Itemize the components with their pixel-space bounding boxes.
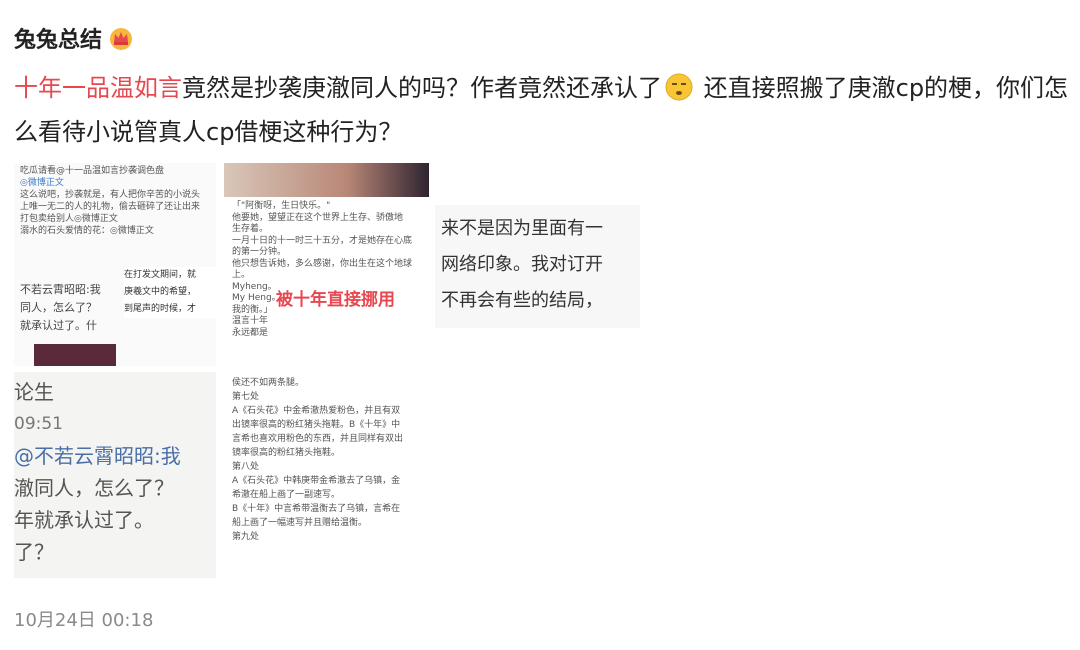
img3-line: 第八处 xyxy=(232,462,260,472)
post-author[interactable]: 兔兔总结 xyxy=(14,22,134,54)
img1-side: 在打发文期间，就 庚羲文中的希望， 到尾声的时候，才 xyxy=(124,267,216,318)
img1-line: 上唯一无二的人的礼物，偷去砸碎了还让出来 xyxy=(20,202,201,212)
img2-line: 生存着。 xyxy=(232,224,269,234)
img3-line: A《石头花》中金希澈热爱粉色，并且有双 xyxy=(232,406,401,416)
img2-overlay: 被十年直接挪用 xyxy=(276,290,395,310)
img1-thumbnail xyxy=(34,344,116,366)
post-text-part1: 竟然是抄袭庚澈同人的吗？作者竟然还承认了 xyxy=(182,74,662,102)
img3-line: 言希也喜欢用粉色的东西，并且同样有双出 xyxy=(232,434,404,444)
img3-line: 第九处 xyxy=(232,532,260,542)
img1-line: 这么说吧，抄袭就是，有人把你辛苦的小说头 xyxy=(20,190,201,200)
img5-line: 网络印象。我对订开 xyxy=(441,254,603,275)
img1-line: 溺水的石头爱情的花：◎微博正文 xyxy=(20,226,154,236)
img1-side-line: 到尾声的时候，才 xyxy=(124,304,197,314)
img2-line: 温言十年 xyxy=(232,316,269,326)
img1-chat-line: 就承认过了。什 xyxy=(20,319,97,332)
img4-line: @不若云霄昭昭:我 xyxy=(14,444,181,468)
post-image-1[interactable]: 吃瓜请看@十一品温如言抄袭调色盘 ◎微博正文 这么说吧，抄袭就是，有人把你辛苦的… xyxy=(14,163,216,366)
img1-line: 打包卖给别人◎微博正文 xyxy=(20,214,118,224)
img3-line: A《石头花》中韩庚带金希澈去了乌镇，金 xyxy=(232,476,401,486)
img3-line: 希澈在船上画了一副速写。 xyxy=(232,490,341,500)
img2-text-block: 「"阿衡呀，生日快乐。" 他要她，望望正在这个世界上生存、骄傲地 生存着。 一月… xyxy=(224,197,429,343)
post-image-3[interactable]: 侯还不如两条腿。 第七处 A《石头花》中金希澈热爱粉色，并且有双 出镜率很高的粉… xyxy=(224,372,429,578)
img1-line: ◎微博正文 xyxy=(20,178,64,188)
author-name[interactable]: 兔兔总结 xyxy=(14,22,102,54)
img1-chat-line: 同人，怎么了？ xyxy=(20,301,97,314)
img3-line: 船上画了一幅速写并且赠给温衡。 xyxy=(232,518,368,528)
img4-line: 09:51 xyxy=(14,414,63,434)
img2-line: 他只想告诉她，多么感谢，你出生在这个地球 xyxy=(232,258,413,269)
img1-chat-line: 不若云霄昭昭:我 xyxy=(20,283,101,296)
img4-line: 了？ xyxy=(14,540,54,564)
post-timestamp[interactable]: 10月24日 00:18 xyxy=(14,606,153,632)
img3-line: 出镜率很高的粉红猪头拖鞋。B《十年》中 xyxy=(232,420,401,430)
img2-line: 上。 xyxy=(232,270,251,280)
img3-line: 第七处 xyxy=(232,392,260,402)
img1-side-line: 在打发文期间，就 xyxy=(124,270,197,280)
img1-line: 吃瓜请看@十一品温如言抄袭调色盘 xyxy=(20,166,165,176)
img3-line: 镜率很高的粉红猪头拖鞋。 xyxy=(232,448,341,458)
img1-chat: 不若云霄昭昭:我 同人，怎么了？ 就承认过了。什 xyxy=(20,281,101,335)
post-image-4[interactable]: 论生 09:51 @不若云霄昭昭:我 澈同人，怎么了？ 年就承认过了。 了？ xyxy=(14,372,216,578)
img3-line: B《十年》中言希带温衡去了乌镇，言希在 xyxy=(232,504,401,514)
img2-line: 他要她，望望正在这个世界上生存、骄傲地 xyxy=(232,212,404,223)
img2-line: 的第一分钟。 xyxy=(232,247,287,257)
img5-line: 来不是因为里面有一 xyxy=(441,218,603,239)
post-image-2[interactable]: 「"阿衡呀，生日快乐。" 他要她，望望正在这个世界上生存、骄傲地 生存着。 一月… xyxy=(224,163,429,366)
img4-text-block: 论生 09:51 @不若云霄昭昭:我 澈同人，怎么了？ 年就承认过了。 了？ xyxy=(14,372,216,568)
img2-photo xyxy=(224,163,429,197)
post-image-5[interactable]: 来不是因为里面有一 网络印象。我对订开 不再会有些的结局， xyxy=(435,205,640,328)
dizzy-face-icon xyxy=(665,73,693,101)
img1-side-line: 庚羲文中的希望， xyxy=(124,287,197,297)
img2-line: 永远都是 xyxy=(232,327,269,338)
img4-line: 年就承认过了。 xyxy=(14,508,154,532)
img3-line: 侯还不如两条腿。 xyxy=(232,378,305,388)
img5-text-block: 来不是因为里面有一 网络印象。我对订开 不再会有些的结局， xyxy=(435,205,640,319)
img3-text-block: 侯还不如两条腿。 第七处 A《石头花》中金希澈热爱粉色，并且有双 出镜率很高的粉… xyxy=(224,372,429,548)
img5-line: 不再会有些的结局， xyxy=(441,290,603,311)
post-body: 十年一品温如言竟然是抄袭庚澈同人的吗？作者竟然还承认了 还直接照搬了庚澈cp的梗… xyxy=(14,66,1070,154)
img4-line: 论生 xyxy=(14,380,54,404)
hashtag-link[interactable]: 十年一品温如言 xyxy=(14,74,182,102)
img2-line: 一月十日的十一时三十五分，才是她存在心底 xyxy=(232,235,413,246)
img4-line: 澈同人，怎么了？ xyxy=(14,476,174,500)
img2-line: 「"阿衡呀，生日快乐。" xyxy=(232,201,331,211)
crown-icon xyxy=(110,28,133,50)
img1-text-block: 吃瓜请看@十一品温如言抄袭调色盘 ◎微博正文 这么说吧，抄袭就是，有人把你辛苦的… xyxy=(14,163,216,239)
